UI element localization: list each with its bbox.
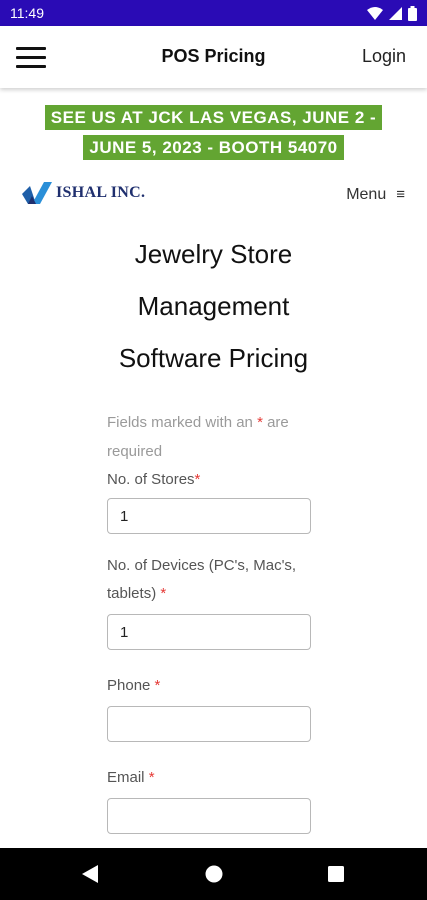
phone-label: Phone * [107,677,161,694]
phone-input[interactable] [107,706,311,742]
status-bar: 11:49 [0,0,427,26]
login-button[interactable]: Login [362,46,406,67]
recents-button[interactable] [306,848,366,900]
menu-lines-icon: ≡ [396,186,405,203]
hamburger-menu-icon[interactable] [16,47,46,69]
promo-banner-line-1: SEE US AT JCK LAS VEGAS, JUNE 2 - [44,105,383,130]
pricing-form: Fields marked with an * are required No.… [107,408,313,834]
status-time: 11:49 [10,5,44,21]
devices-label: No. of Devices (PC's, Mac's, tablets) * [107,557,297,602]
system-navigation-bar [0,848,427,900]
battery-icon [408,5,417,21]
signal-icon [389,6,402,20]
app-bar: POS Pricing Login [0,26,427,88]
page-heading-line: Jewelry Store [134,239,293,269]
site-header: ISHAL INC. Menu ≡ [22,178,405,212]
stores-input[interactable] [107,498,311,534]
email-input[interactable] [107,798,311,834]
recents-square-icon [328,866,344,882]
page-heading-line: Software Pricing [118,343,309,373]
promo-banner[interactable]: SEE US AT JCK LAS VEGAS, JUNE 2 - JUNE 5… [27,103,400,163]
site-menu-button[interactable]: Menu ≡ [346,186,405,204]
company-logo[interactable]: ISHAL INC. [22,180,145,206]
required-fields-note: Fields marked with an * are required [107,414,289,460]
back-button[interactable] [60,848,120,900]
stores-label: No. of Stores* [107,471,201,488]
logo-mark-icon [22,182,52,204]
email-label: Email * [107,769,155,786]
home-circle-icon [205,865,223,883]
menu-label: Menu [346,186,387,203]
promo-banner-line-2: JUNE 5, 2023 - BOOTH 54070 [83,135,344,160]
home-button[interactable] [184,848,244,900]
back-triangle-icon [82,865,98,883]
status-icons [367,5,417,21]
devices-input[interactable] [107,614,311,650]
page-heading-line: Management [137,291,290,321]
logo-text: ISHAL INC. [56,184,146,201]
page-heading: Jewelry Store Management Software Pricin… [40,228,387,384]
wifi-icon [367,6,383,20]
